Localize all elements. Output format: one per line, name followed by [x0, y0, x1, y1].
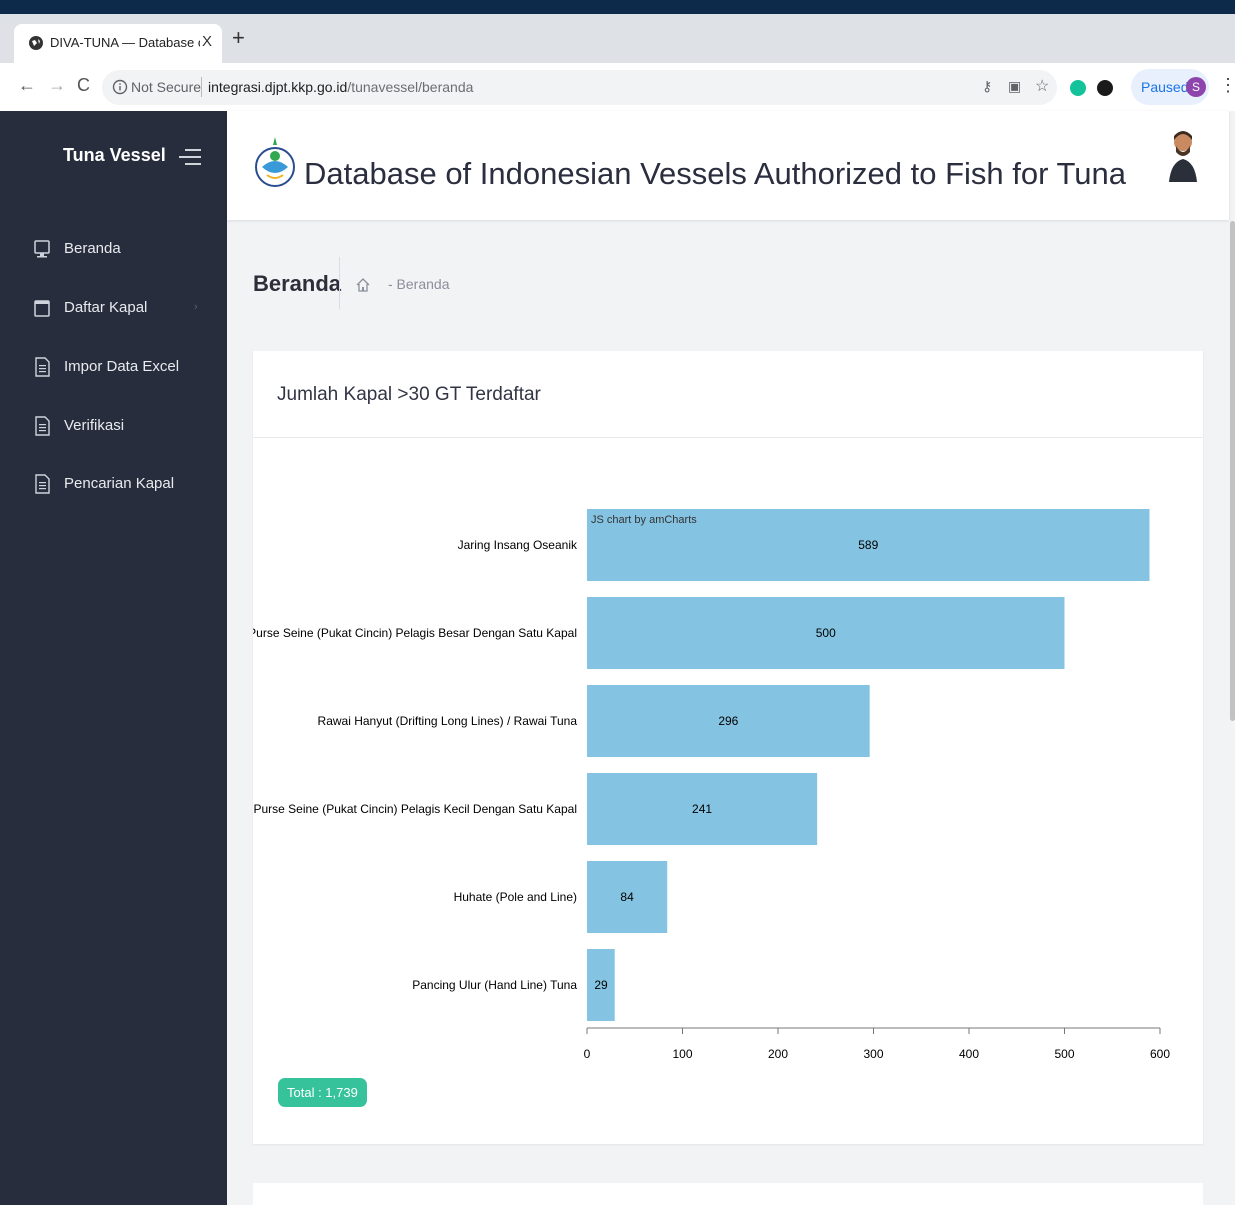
category-label: Rawai Hanyut (Drifting Long Lines) / Raw…: [318, 714, 578, 728]
vessel-count-card: Jumlah Kapal >30 GT Terdaftar Jaring Ins…: [253, 351, 1203, 1144]
chart-watermark: JS chart by amCharts: [591, 514, 697, 526]
url-text[interactable]: integrasi.djpt.kkp.go.id/tunavessel/bera…: [208, 79, 473, 95]
browser-menu-icon[interactable]: ⋮: [1219, 75, 1235, 96]
document-icon: [35, 357, 50, 377]
hamburger-menu-icon[interactable]: [179, 147, 201, 167]
x-tick-label: 600: [1150, 1047, 1170, 1061]
sidebar-item-pencarian-kapal[interactable]: Pencarian Kapal: [0, 461, 227, 505]
tab-title: DIVA-TUNA — Database of Ind: [50, 35, 200, 50]
page-scrollbar[interactable]: [1230, 221, 1235, 721]
x-tick-label: 0: [584, 1047, 591, 1061]
address-separator: [201, 77, 202, 97]
total-badge: Total : 1,739: [278, 1078, 367, 1107]
star-icon[interactable]: ☆: [1035, 76, 1049, 96]
profile-avatar: S: [1186, 77, 1206, 97]
url-path: /tunavessel/beranda: [347, 79, 474, 95]
grammarly-icon[interactable]: [1070, 80, 1086, 96]
address-bar[interactable]: Not Secure integrasi.djpt.kkp.go.id/tuna…: [102, 70, 1057, 105]
sidebar-item-beranda[interactable]: Beranda: [0, 226, 227, 270]
card-title: Jumlah Kapal >30 GT Terdaftar: [277, 384, 541, 405]
sidebar-item-label: Beranda: [64, 240, 121, 257]
brand-name[interactable]: Tuna Vessel: [63, 145, 166, 166]
data-label: 589: [858, 538, 878, 552]
profile-status: Paused: [1141, 79, 1189, 95]
top-header: Database of Indonesian Vessels Authorize…: [227, 111, 1229, 220]
category-label: Purse Seine (Pukat Cincin) Pelagis Besar…: [253, 626, 577, 640]
sidebar-item-label: Pencarian Kapal: [64, 475, 175, 492]
monitor-icon: [34, 240, 50, 258]
category-label: Huhate (Pole and Line): [454, 890, 577, 904]
browser-tab[interactable]: DIVA-TUNA — Database of Ind X: [14, 24, 222, 63]
second-card: [253, 1183, 1203, 1205]
info-icon[interactable]: [112, 79, 128, 95]
sidebar-item-impor-data-excel[interactable]: Impor Data Excel: [0, 344, 227, 388]
data-label: 84: [620, 890, 634, 904]
x-tick-label: 500: [1054, 1047, 1074, 1061]
reload-button[interactable]: C: [77, 75, 90, 96]
document-icon: [35, 474, 50, 494]
data-label: 241: [692, 802, 712, 816]
data-label: 500: [816, 626, 836, 640]
new-tab-button[interactable]: +: [232, 27, 245, 49]
browser-window: DIVA-TUNA — Database of Ind X + ← → C No…: [0, 14, 1235, 1205]
profile-button[interactable]: Paused S: [1131, 69, 1209, 105]
category-label: Purse Seine (Pukat Cincin) Pelagis Kecil…: [253, 802, 577, 816]
home-icon[interactable]: [355, 277, 371, 293]
sidebar-item-label: Daftar Kapal: [64, 299, 148, 316]
user-avatar[interactable]: [1165, 126, 1201, 182]
document-icon: [35, 416, 50, 436]
shield-icon[interactable]: [1097, 80, 1113, 96]
sidebar-item-label: Verifikasi: [64, 417, 125, 434]
close-tab-icon[interactable]: X: [202, 33, 212, 50]
main-content: Database of Indonesian Vessels Authorize…: [227, 111, 1235, 1205]
translate-icon[interactable]: ▣: [1008, 78, 1021, 95]
sidebar-item-label: Impor Data Excel: [64, 358, 180, 375]
url-host: integrasi.djpt.kkp.go.id: [208, 79, 348, 95]
globe-icon: [29, 36, 43, 50]
chevron-right-icon: ›: [194, 301, 198, 313]
sidebar-item-verifikasi[interactable]: Verifikasi: [0, 403, 227, 447]
data-label: 29: [594, 978, 608, 992]
x-tick-label: 400: [959, 1047, 979, 1061]
tab-strip: DIVA-TUNA — Database of Ind X +: [0, 14, 1235, 63]
breadcrumb[interactable]: - Beranda: [388, 276, 449, 292]
x-tick-label: 300: [863, 1047, 883, 1061]
browser-toolbar: ← → C Not Secure integrasi.djpt.kkp.go.i…: [0, 63, 1235, 114]
sidebar-item-daftar-kapal[interactable]: Daftar Kapal ›: [0, 285, 227, 329]
card-divider: [253, 437, 1203, 438]
x-tick-label: 100: [672, 1047, 692, 1061]
sidebar: Tuna Vessel Beranda Daftar Kapal › Impor…: [0, 111, 227, 1205]
key-icon[interactable]: ⚷: [982, 78, 992, 95]
x-tick-label: 200: [768, 1047, 788, 1061]
folder-icon: [34, 300, 50, 317]
security-label: Not Secure: [131, 79, 202, 95]
data-label: 296: [718, 714, 738, 728]
forward-button[interactable]: →: [48, 75, 66, 96]
bar-chart: Jaring Insang Oseanik 589 Purse Seine (Puk…: [253, 509, 1170, 1061]
heading-divider: [339, 257, 340, 309]
back-button[interactable]: ←: [18, 75, 36, 96]
ministry-logo-icon: [255, 137, 295, 187]
page-title: Beranda: [253, 271, 342, 296]
category-label: Pancing Ulur (Hand Line) Tuna: [412, 978, 577, 992]
category-label: Jaring Insang Oseanik: [458, 538, 578, 552]
site-title: Database of Indonesian Vessels Authorize…: [304, 156, 1127, 191]
